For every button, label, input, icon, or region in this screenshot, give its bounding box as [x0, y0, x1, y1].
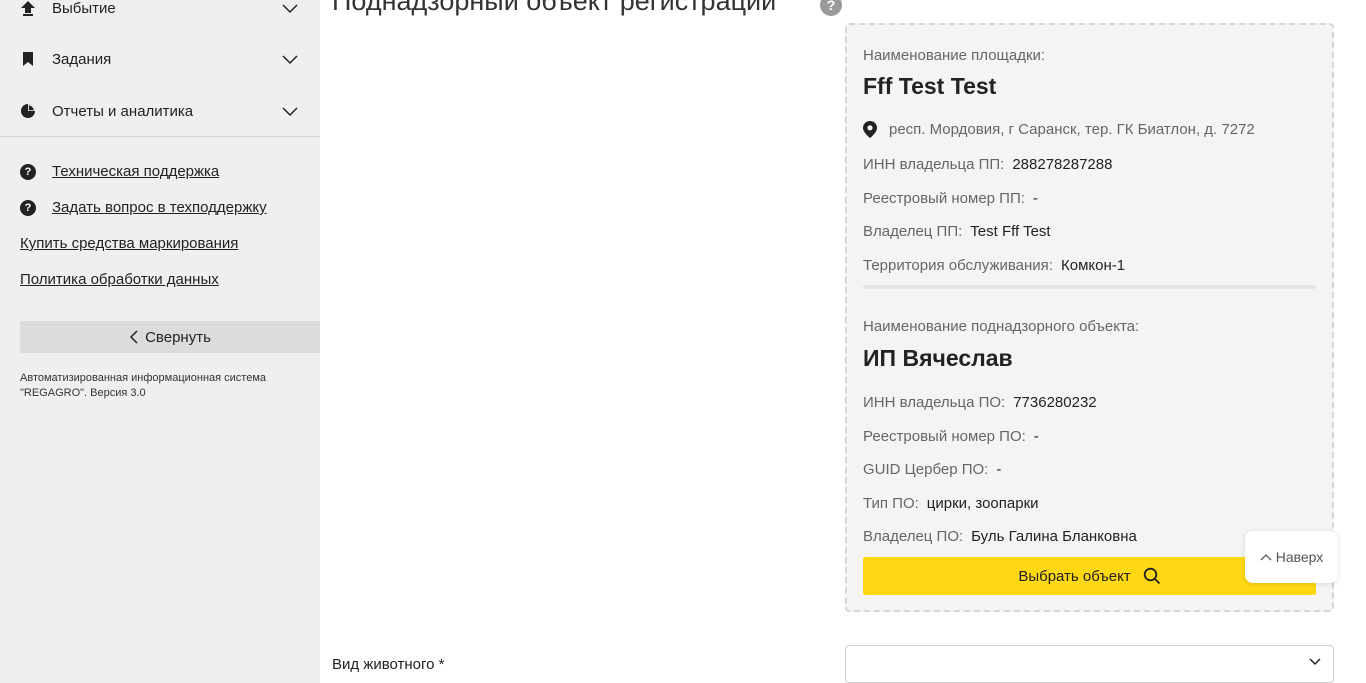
address-text: респ. Мордовия, г Саранск, тер. ГК Биатл…: [889, 121, 1255, 138]
object-owner-row: Владелец ПО: Буль Галина Бланковна: [863, 528, 1137, 545]
sidebar-divider: [0, 136, 320, 137]
system-info: Автоматизированная информационная систем…: [20, 372, 267, 399]
bookmark-icon: [20, 51, 36, 67]
support-link[interactable]: Техническая поддержка: [52, 163, 219, 180]
site-registry-row: Реестровый номер ПП: -: [863, 190, 1038, 207]
site-address: респ. Мордовия, г Саранск, тер. ГК Биатл…: [863, 121, 1255, 138]
animal-type-select[interactable]: [845, 645, 1334, 683]
buy-marking-link[interactable]: Купить средства маркирования: [20, 235, 238, 252]
card-separator: [863, 285, 1316, 289]
object-card: Наименование площадки: Fff Test Test рес…: [845, 23, 1334, 612]
sidebar-item-label: Задания: [52, 50, 112, 68]
object-name: ИП Вячеслав: [863, 345, 1013, 371]
privacy-policy-link[interactable]: Политика обработки данных: [20, 271, 219, 288]
chevron-down-icon: [1309, 658, 1321, 666]
object-guid-row: GUID Цербер ПО: -: [863, 461, 1002, 478]
object-registry-value: -: [1033, 428, 1039, 445]
sidebar-item-label: Выбытие: [52, 0, 116, 17]
sidebar-item-label: Отчеты и аналитика: [52, 102, 194, 120]
site-name-label: Наименование площадки:: [863, 47, 1046, 64]
site-inn-value: 288278287288: [1012, 156, 1113, 173]
map-pin-icon: [863, 121, 877, 138]
object-guid-value: -: [996, 461, 1002, 478]
chevron-down-icon: [282, 51, 298, 67]
site-inn-row: ИНН владельца ПП: 288278287288: [863, 156, 1113, 173]
service-territory-value: Комкон-1: [1060, 257, 1126, 274]
search-icon: [1143, 567, 1160, 585]
ask-support-link[interactable]: Задать вопрос в техподдержку: [52, 199, 267, 216]
sidebar: Выбытие Задания Отчеты и аналитика ? Тех…: [0, 0, 320, 683]
sidebar-item-reports[interactable]: Отчеты и аналитика: [0, 93, 320, 129]
back-to-top-button[interactable]: Наверх: [1245, 531, 1338, 583]
chevron-up-icon: [1260, 553, 1272, 561]
object-registry-row: Реестровый номер ПО: -: [863, 428, 1039, 445]
site-owner-value: Test Fff Test: [970, 223, 1051, 240]
service-territory-row: Территория обслуживания: Комкон-1: [863, 257, 1126, 274]
question-icon: ?: [20, 164, 36, 180]
chevron-down-icon: [282, 103, 298, 119]
object-inn-value: 7736280232: [1013, 394, 1097, 411]
object-inn-row: ИНН владельца ПО: 7736280232: [863, 394, 1097, 411]
sidebar-item-tasks[interactable]: Задания: [0, 41, 320, 77]
site-name: Fff Test Test: [863, 73, 997, 99]
object-type-row: Тип ПО: цирки, зоопарки: [863, 495, 1039, 512]
collapse-sidebar-button[interactable]: Свернуть: [20, 321, 320, 353]
page-title: Поднадзорный объект регистрации: [332, 0, 777, 16]
sidebar-item-disposal[interactable]: Выбытие: [0, 0, 320, 26]
select-object-label: Выбрать объект: [1018, 567, 1131, 585]
main-content: Поднадзорный объект регистрации ? Наимен…: [320, 0, 1366, 683]
chevron-down-icon: [282, 0, 298, 16]
chevron-left-icon: [130, 330, 138, 344]
help-icon[interactable]: ?: [820, 0, 842, 16]
site-registry-value: -: [1032, 190, 1038, 207]
object-owner-value: Буль Галина Бланковна: [971, 528, 1137, 545]
object-type-value: цирки, зоопарки: [926, 495, 1039, 512]
object-name-label: Наименование поднадзорного объекта:: [863, 318, 1140, 335]
pie-chart-icon: [20, 103, 36, 119]
animal-type-label: Вид животного *: [332, 656, 445, 673]
back-to-top-label: Наверх: [1275, 549, 1324, 565]
collapse-label: Свернуть: [145, 328, 211, 346]
upload-arrow-icon: [20, 0, 36, 16]
site-owner-row: Владелец ПП: Test Fff Test: [863, 223, 1051, 240]
question-icon: ?: [20, 200, 36, 216]
